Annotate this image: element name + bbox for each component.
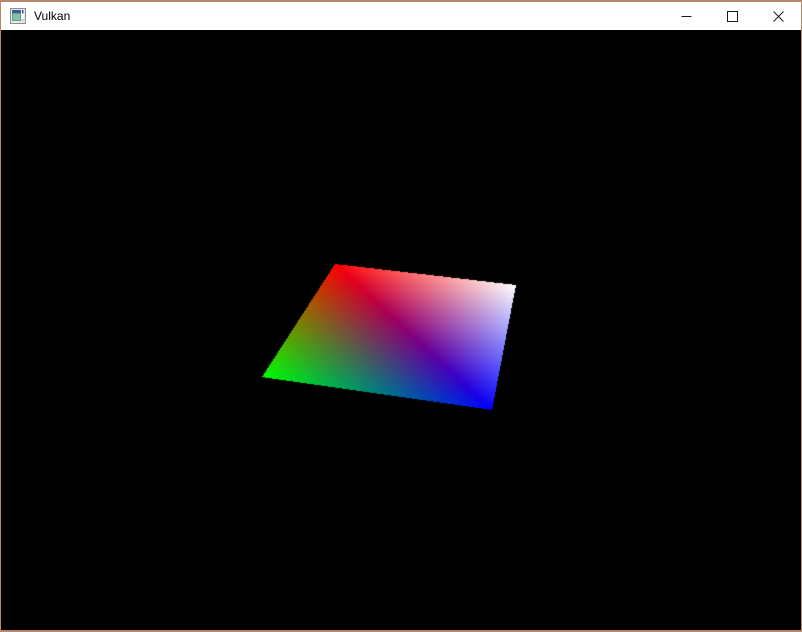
- minimize-button[interactable]: [663, 2, 709, 30]
- minimize-icon: [681, 15, 691, 17]
- vulkan-window: Vulkan: [0, 0, 802, 632]
- window-controls: [663, 2, 801, 30]
- close-icon: [772, 10, 784, 22]
- maximize-button[interactable]: [709, 2, 755, 30]
- vulkan-render-surface: [1, 30, 801, 630]
- close-button[interactable]: [755, 2, 801, 30]
- app-icon[interactable]: [10, 8, 26, 24]
- titlebar[interactable]: Vulkan: [1, 2, 801, 30]
- client-area: [1, 30, 801, 630]
- window-title: Vulkan: [34, 9, 71, 23]
- maximize-icon: [726, 10, 738, 22]
